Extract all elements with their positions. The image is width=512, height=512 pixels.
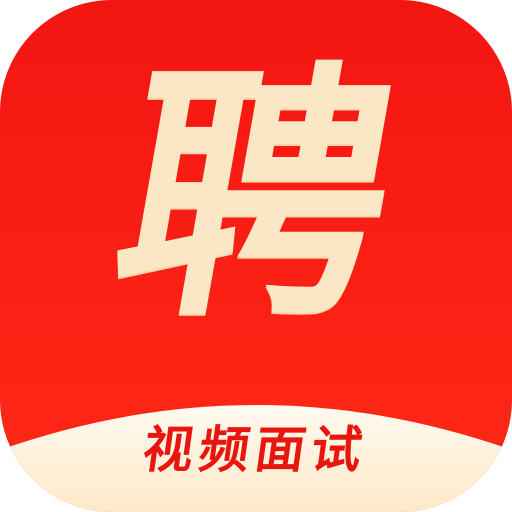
main-character: 聘 <box>94 41 418 353</box>
tagline-text: 视频面试 <box>139 421 372 479</box>
app-icon[interactable]: 聘 视频面试 <box>0 0 512 512</box>
icon-background: 聘 视频面试 <box>0 0 512 512</box>
